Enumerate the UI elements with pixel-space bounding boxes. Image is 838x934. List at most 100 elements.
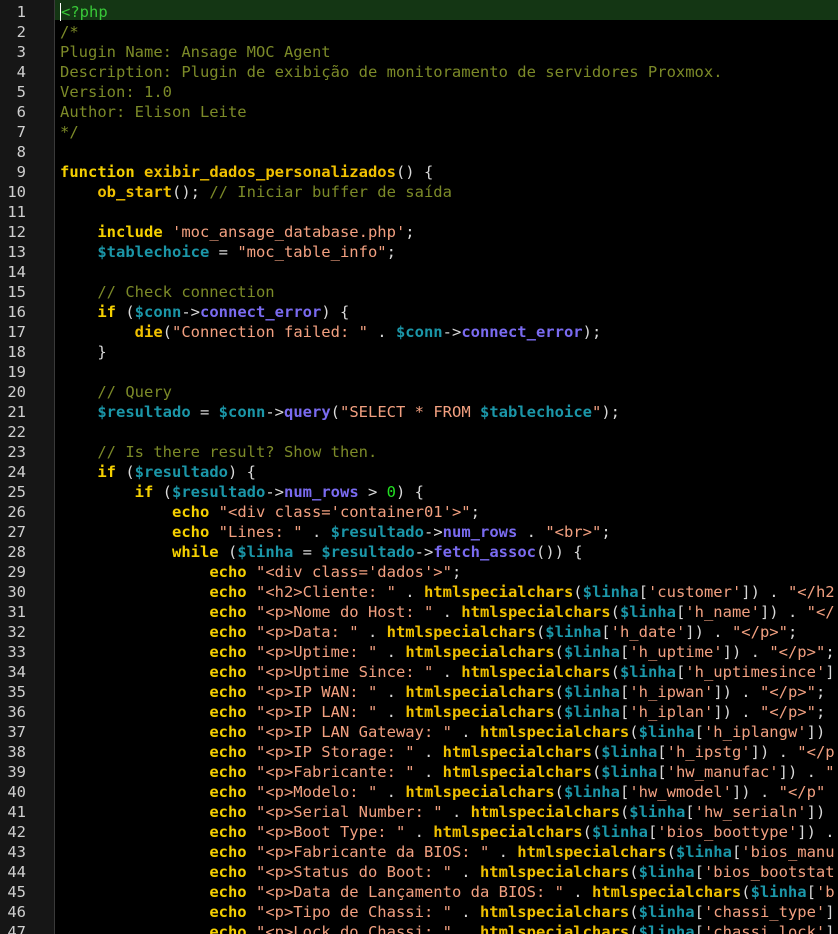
- plain-token: [: [731, 843, 742, 861]
- code-line[interactable]: 39 echo "<p>Fabricante: " . htmlspecialc…: [7, 760, 838, 781]
- plain-token: ;: [601, 523, 611, 541]
- plain-token: ]): [806, 723, 826, 741]
- code-line[interactable]: 1 <?php: [17, 0, 838, 21]
- code-line[interactable]: 11: [7, 200, 838, 221]
- keyword-token: echo: [209, 603, 247, 621]
- string-token: "<p>Uptime: ": [255, 643, 378, 661]
- code-line[interactable]: 6 Author: Elison Leite: [17, 100, 838, 121]
- line-text: echo "<p>Modelo: " . htmlspecialchars($l…: [60, 780, 825, 801]
- code-line[interactable]: 43 echo "<p>Fabricante da BIOS: " . html…: [7, 840, 838, 861]
- line-number: 41: [7, 803, 26, 821]
- code-editor[interactable]: 1 <?php 2/* 3 Plugin Name: Ansage MOC Agent 4…: [0, 0, 838, 934]
- plain-token: .: [563, 883, 592, 901]
- line-number: 8: [16, 143, 26, 161]
- code-line[interactable]: 37 echo "<p>IP LAN Gateway: " . htmlspec…: [7, 720, 838, 741]
- function-token: htmlspecialchars: [405, 683, 555, 701]
- code-line[interactable]: 45 echo "<p>Data de Lançamento da BIOS: …: [7, 880, 838, 901]
- code-line[interactable]: 40 echo "<p>Modelo: " . htmlspecialchars…: [7, 780, 838, 801]
- line-number: 5: [16, 83, 26, 101]
- code-line[interactable]: 27 echo "Lines: " . $resultado->num_rows…: [7, 520, 838, 541]
- code-line[interactable]: 13 $tablechoice = "moc_table_info";: [7, 240, 838, 261]
- string-token: "</p>": [759, 683, 816, 701]
- plain-token: (: [554, 783, 564, 801]
- plain-token: ]) .: [685, 623, 732, 641]
- keyword-token: echo: [209, 743, 247, 761]
- code-line[interactable]: 28 while ($linha = $resultado->fetch_ass…: [7, 540, 838, 561]
- code-line[interactable]: 20 // Query: [7, 380, 838, 401]
- code-line[interactable]: 31 echo "<p>Nome do Host: " . htmlspecia…: [7, 600, 838, 621]
- code-line[interactable]: 47 echo "<p>Lock do Chassi: " . htmlspec…: [7, 920, 838, 934]
- code-line[interactable]: 14: [7, 260, 838, 281]
- variable-token: $linha: [638, 923, 695, 934]
- line-text: echo "<p>Nome do Host: " . htmlspecialch…: [60, 600, 834, 621]
- code-line[interactable]: 18 }: [7, 340, 838, 361]
- plain-token: >: [358, 483, 387, 501]
- comment-token: */: [60, 123, 79, 141]
- string-token: 'chassi_type': [703, 903, 826, 921]
- code-area[interactable]: 1 <?php 2/* 3 Plugin Name: Ansage MOC Agent 4…: [7, 0, 838, 934]
- code-line[interactable]: 2 /*: [17, 20, 838, 41]
- plain-token: .: [414, 763, 443, 781]
- code-line[interactable]: 44 echo "<p>Status do Boot: " . htmlspec…: [7, 860, 838, 881]
- code-line[interactable]: 16 if ($conn->connect_error) {: [7, 300, 838, 321]
- line-number: 11: [7, 203, 26, 221]
- code-line[interactable]: 35 echo "<p>IP WAN: " . htmlspecialchars…: [7, 680, 838, 701]
- plain-token: [: [675, 603, 686, 621]
- variable-token: $resultado: [97, 403, 191, 421]
- code-line[interactable]: 32 echo "<p>Data: " . htmlspecialchars($…: [7, 620, 838, 641]
- code-line[interactable]: 7 */: [17, 120, 838, 141]
- code-line[interactable]: 8: [17, 140, 838, 161]
- code-line[interactable]: 46 echo "<p>Tipo de Chassi: " . htmlspec…: [7, 900, 838, 921]
- plain-token: (: [554, 683, 564, 701]
- line-number: 2: [16, 23, 26, 41]
- code-line[interactable]: 10 ob_start(); // Iniciar buffer de saíd…: [7, 180, 838, 201]
- plain-token: (: [330, 403, 341, 421]
- code-line[interactable]: 29 echo "<div class='dados'>";: [7, 560, 838, 581]
- code-line[interactable]: 24 if ($resultado) {: [7, 460, 838, 481]
- plain-token: (: [116, 463, 135, 481]
- code-line[interactable]: 41 echo "<p>Serial Number: " . htmlspeci…: [7, 800, 838, 821]
- plain-token: .: [517, 523, 546, 541]
- code-line[interactable]: 34 echo "<p>Uptime Since: " . htmlspecia…: [7, 660, 838, 681]
- line-number: 24: [7, 463, 26, 481]
- plain-token: (: [619, 803, 630, 821]
- code-line[interactable]: 23 // Is there result? Show then.: [7, 440, 838, 461]
- code-line[interactable]: 30 echo "<h2>Cliente: " . htmlspecialcha…: [7, 580, 838, 601]
- code-line[interactable]: 33 echo "<p>Uptime: " . htmlspecialchars…: [7, 640, 838, 661]
- code-line[interactable]: 19: [7, 360, 838, 381]
- code-line[interactable]: 17 die("Connection failed: " . $conn->co…: [7, 320, 838, 341]
- plain-token: ->: [414, 543, 434, 561]
- function-token: exibir_dados_personalizados: [144, 163, 396, 181]
- code-line[interactable]: 5 Version: 1.0: [17, 80, 838, 101]
- comment-token: Author: Elison Leite: [60, 103, 247, 121]
- code-line[interactable]: 21 $resultado = $conn->query("SELECT * F…: [7, 400, 838, 421]
- variable-token: $linha: [675, 843, 732, 861]
- line-number: 6: [16, 103, 26, 121]
- plain-token: (: [629, 923, 639, 934]
- keyword-token: echo: [209, 903, 247, 921]
- code-line[interactable]: 38 echo "<p>IP Storage: " . htmlspecialc…: [7, 740, 838, 761]
- code-line[interactable]: 22: [7, 420, 838, 441]
- code-line[interactable]: 9 function exibir_dados_personalizados() …: [17, 160, 838, 181]
- line-number: 42: [7, 823, 26, 841]
- line-text: if ($resultado->num_rows > 0) {: [60, 480, 424, 501]
- property-token: fetch_assoc: [433, 543, 536, 561]
- variable-token: $conn: [395, 323, 443, 341]
- code-line[interactable]: 15 // Check connection: [7, 280, 838, 301]
- plain-token: (: [218, 543, 238, 561]
- code-line[interactable]: 3 Plugin Name: Ansage MOC Agent: [17, 40, 838, 61]
- code-line[interactable]: 4 Description: Plugin de exibição de moni…: [17, 60, 838, 81]
- string-token: 'bios_bootstat: [703, 863, 835, 881]
- keyword-token: echo: [209, 863, 247, 881]
- code-line[interactable]: 36 echo "<p>IP LAN: " . htmlspecialchars…: [7, 700, 838, 721]
- plain-token: ;: [815, 703, 826, 721]
- plain-token: (: [554, 643, 564, 661]
- code-line[interactable]: 42 echo "<p>Boot Type: " . htmlspecialch…: [7, 820, 838, 841]
- string-token: "</h2: [787, 583, 835, 601]
- code-line[interactable]: 26 echo "<div class='container01'>";: [7, 500, 838, 521]
- code-line[interactable]: 25 if ($resultado->num_rows > 0) {: [7, 480, 838, 501]
- code-line[interactable]: 12 include 'moc_ansage_database.php';: [7, 220, 838, 241]
